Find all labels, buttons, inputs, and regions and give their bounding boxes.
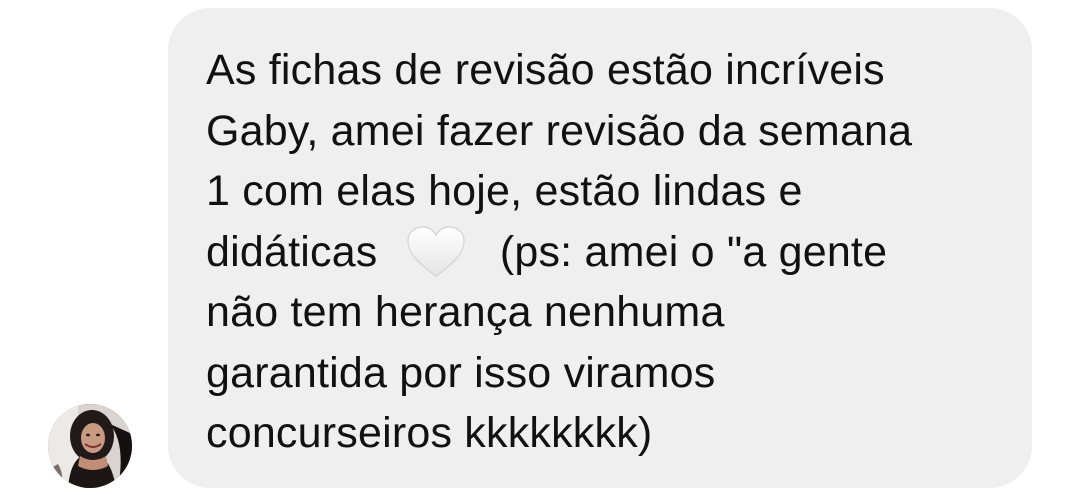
- message-line-with-emoji: didáticas (ps: amei o "a gente: [206, 222, 1006, 283]
- message-line: As fichas de revisão estão incríveis: [206, 46, 885, 94]
- avatar[interactable]: [48, 404, 132, 488]
- message-line: não tem herança nenhuma: [206, 288, 725, 336]
- white-heart-icon: [406, 225, 466, 278]
- avatar-photo: [48, 404, 132, 488]
- message-text: As fichas de revisão estão incríveis Gab…: [206, 40, 1006, 464]
- message-line: didáticas: [206, 227, 378, 276]
- message-line: Gaby, amei fazer revisão da semana: [206, 106, 913, 155]
- message-line: (ps: amei o "a gente: [499, 227, 888, 276]
- direct-message-thread: As fichas de revisão estão incríveis Gab…: [0, 0, 1069, 495]
- message-line: 1 com elas hoje, estão lindas e: [206, 167, 803, 215]
- message-line: garantida por isso viramos: [206, 348, 716, 397]
- message-line: concurseiros kkkkkkkk): [206, 409, 653, 457]
